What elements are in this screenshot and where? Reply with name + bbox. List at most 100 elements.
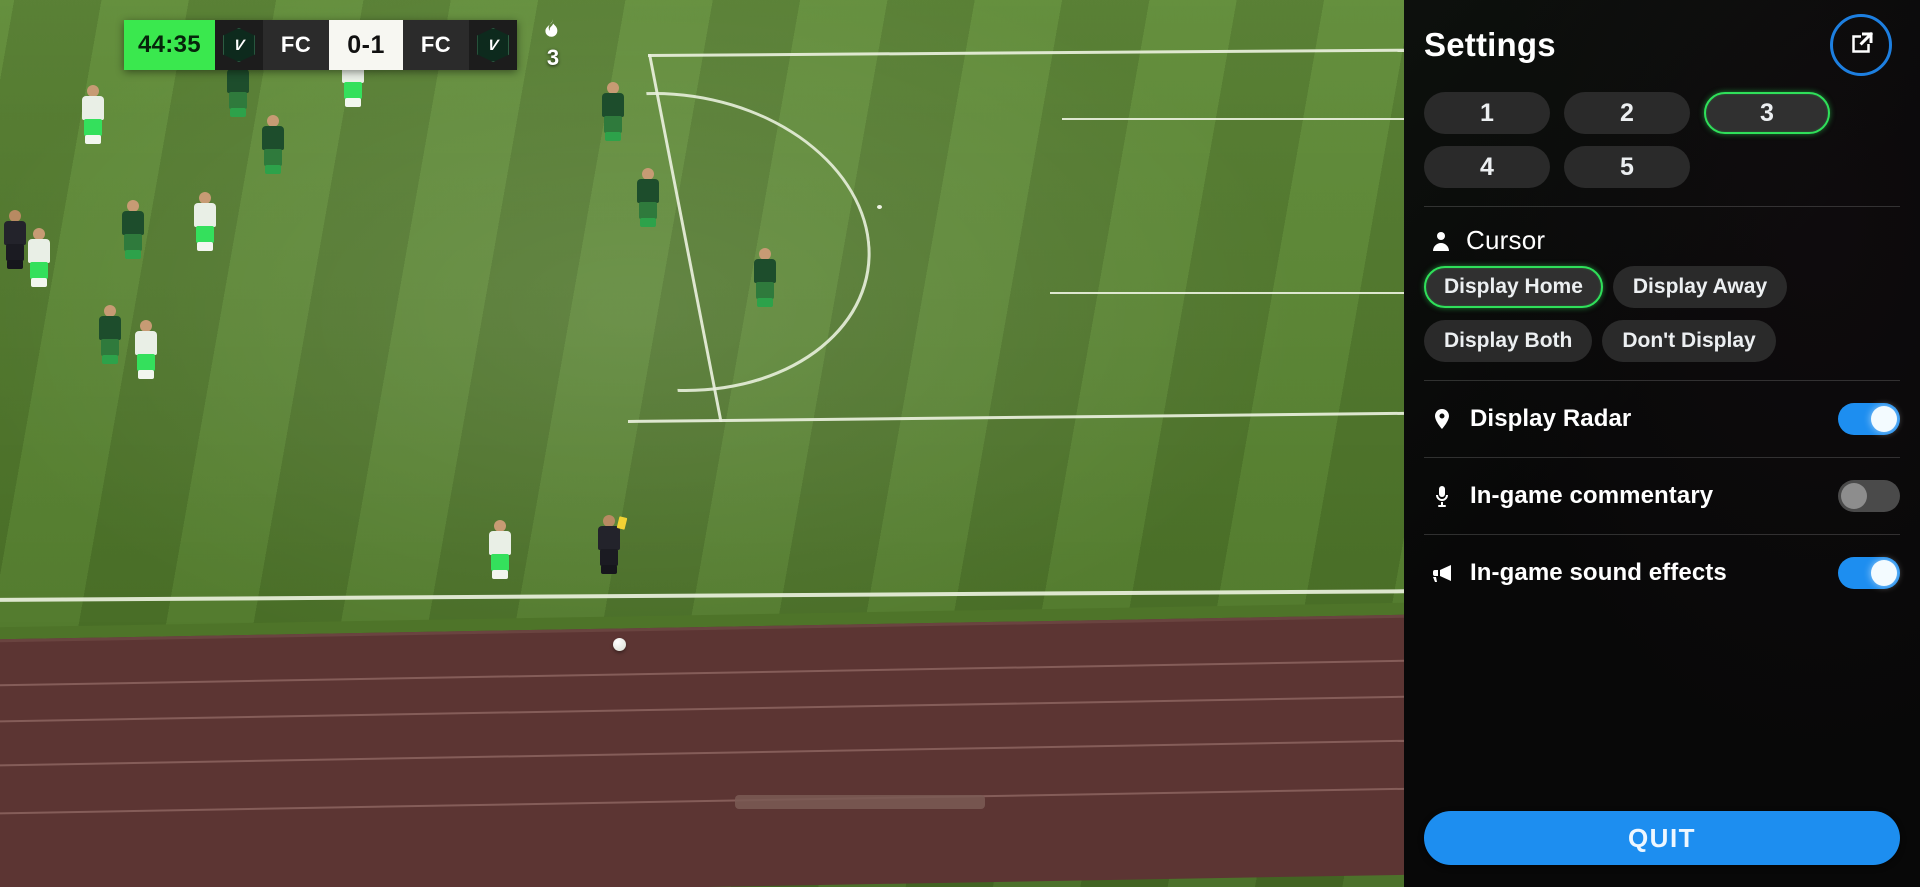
player-socks	[125, 250, 141, 259]
player-socks	[31, 278, 47, 287]
speed-option-1[interactable]: 1	[1424, 92, 1550, 134]
player-socks	[138, 370, 154, 379]
goal-area-bottom-line	[1050, 292, 1404, 294]
player-torso	[99, 316, 121, 340]
player-legs	[756, 282, 774, 299]
toggle-row-in-game-sound-effects[interactable]: In-game sound effects	[1424, 539, 1900, 607]
player-socks	[7, 260, 23, 269]
player-away	[484, 520, 518, 583]
toggle-switch-in-game-commentary[interactable]	[1838, 480, 1900, 512]
player-home	[597, 82, 631, 145]
player-away	[189, 192, 223, 255]
speed-option-label: 5	[1620, 152, 1634, 181]
external-link-icon-button[interactable]	[1830, 14, 1892, 76]
player-home	[257, 115, 291, 178]
player-legs	[196, 226, 214, 243]
quit-button[interactable]: QUIT	[1424, 811, 1900, 865]
home-team-abbrev: FC	[262, 20, 330, 70]
cursor-option-display-away[interactable]: Display Away	[1612, 266, 1788, 308]
flame-icon	[540, 16, 566, 47]
cursor-section-header: Cursor	[1424, 211, 1900, 266]
player-home	[632, 168, 666, 231]
away-crest-shield: V	[477, 28, 510, 62]
settings-panel: Settings 1 2 3 4 5 Cursor Display Home Displ…	[1404, 0, 1920, 887]
football	[613, 638, 626, 651]
microphone-icon	[1428, 481, 1456, 511]
player-home	[117, 200, 151, 263]
running-track	[0, 613, 1404, 887]
home-crest-mark: V	[232, 36, 246, 54]
page-title: Settings	[1424, 26, 1556, 63]
player-torso	[28, 239, 50, 263]
player-away	[130, 320, 164, 383]
player-torso	[489, 531, 511, 555]
megaphone-icon	[1428, 558, 1456, 588]
toggle-knob	[1841, 483, 1867, 509]
player-torso	[602, 93, 624, 117]
player-torso	[227, 69, 249, 93]
cursor-option-display-home[interactable]: Display Home	[1424, 266, 1603, 308]
player-socks	[601, 565, 617, 574]
player-legs	[264, 149, 282, 166]
toggle-switch-in-game-sound-effects[interactable]	[1838, 557, 1900, 589]
away-crest-mark: V	[486, 36, 500, 54]
away-team-abbrev: FC	[402, 20, 470, 70]
player-legs	[344, 82, 362, 99]
player-socks	[102, 355, 118, 364]
player-socks	[197, 242, 213, 251]
penalty-spot	[877, 205, 882, 209]
toggle-switch-display-radar[interactable]	[1838, 403, 1900, 435]
player-legs	[137, 354, 155, 371]
player-legs	[6, 244, 24, 261]
cursor-option-label: Display Both	[1444, 329, 1573, 352]
external-link-icon	[1846, 29, 1876, 62]
player-legs	[604, 116, 622, 133]
speed-option-group: 1 2 3 4 5	[1424, 86, 1900, 202]
settings-body: 12345 Cursor Display Home Display Away Dis…	[1404, 86, 1920, 799]
player-socks	[85, 135, 101, 144]
speed-option-3[interactable]: 3	[1704, 92, 1830, 134]
speed-option-5[interactable]: 5	[1564, 146, 1690, 188]
speed-option-label: 2	[1620, 98, 1634, 127]
player-socks	[640, 218, 656, 227]
toggle-row-display-radar[interactable]: Display Radar	[1424, 385, 1900, 453]
cursor-section-title: Cursor	[1466, 225, 1546, 255]
player-torso	[122, 211, 144, 235]
home-crest: V	[214, 20, 263, 70]
player-home	[749, 248, 783, 311]
player-away	[77, 85, 111, 148]
map-pin-icon	[1428, 404, 1456, 434]
match-clock: 44:35	[124, 20, 215, 70]
section-divider	[1424, 457, 1900, 458]
settings-header: Settings	[1404, 0, 1920, 86]
player-socks	[605, 132, 621, 141]
player-socks	[230, 108, 246, 117]
cursor-option-label: Display Home	[1444, 275, 1583, 298]
player-socks	[265, 165, 281, 174]
player-socks	[345, 98, 361, 107]
cursor-option-group: Display Home Display Away Display Both Don'…	[1424, 266, 1900, 376]
section-divider	[1424, 380, 1900, 381]
speed-option-4[interactable]: 4	[1424, 146, 1550, 188]
player-torso	[598, 526, 620, 550]
track-lane-line	[0, 694, 1404, 723]
cursor-option-don-t-display[interactable]: Don't Display	[1602, 320, 1776, 362]
player-legs	[600, 549, 618, 566]
player-torso	[4, 221, 26, 245]
toggle-knob	[1871, 406, 1897, 432]
referee	[593, 515, 628, 578]
streak-count: 3	[546, 45, 560, 70]
toggle-label: Display Radar	[1470, 405, 1632, 432]
player-torso	[754, 259, 776, 283]
player-torso	[135, 331, 157, 355]
speed-option-2[interactable]: 2	[1564, 92, 1690, 134]
game-viewport: 44:35 V FC 0-1 FC V 3	[0, 0, 1404, 887]
toggle-row-in-game-commentary[interactable]: In-game commentary	[1424, 462, 1900, 530]
toggle-label: In-game commentary	[1470, 482, 1714, 509]
cursor-option-display-both[interactable]: Display Both	[1424, 320, 1593, 362]
track-lane-line	[0, 658, 1404, 687]
speed-option-label: 1	[1480, 98, 1494, 127]
scoreboard-hud: 44:35 V FC 0-1 FC V	[124, 20, 518, 70]
toggle-knob	[1871, 560, 1897, 586]
toggle-label: In-game sound effects	[1470, 559, 1727, 586]
